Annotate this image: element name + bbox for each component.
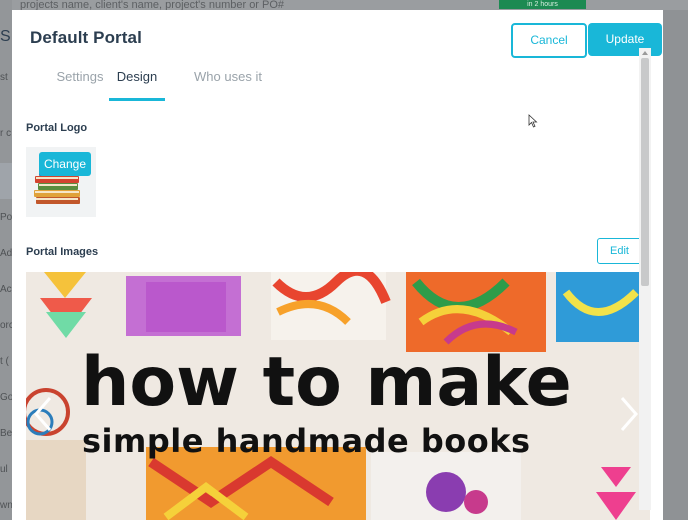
background-fragment: orc [0, 320, 12, 331]
mouse-pointer-icon [528, 114, 538, 128]
active-tab-indicator [109, 98, 165, 101]
background-fragment: Be [0, 428, 12, 439]
background-fragment: S [0, 28, 11, 45]
background-status-badge: in 2 hours [499, 0, 586, 9]
portal-modal: Default Portal Cancel Update Settings De… [12, 10, 663, 520]
background-fragment: wn [0, 500, 12, 511]
portal-logo-label: Portal Logo [26, 122, 88, 134]
portal-image-carousel: how to make simple handmade books [26, 272, 650, 520]
background-fragment: Ad [0, 248, 12, 259]
modal-title: Default Portal [30, 28, 142, 47]
background-fragment: st [0, 72, 8, 83]
background-fragment: t ( [0, 356, 9, 367]
background-fragment: Ac [0, 284, 12, 295]
carousel-headline: how to make [81, 343, 572, 422]
carousel-subheadline: simple handmade books [82, 422, 531, 460]
cancel-button[interactable]: Cancel [511, 23, 587, 58]
chevron-left-icon[interactable] [32, 394, 56, 434]
chevron-right-icon[interactable] [616, 394, 640, 434]
background-list-strip: S st r c Por Ad Ac orc t ( Go Be ul wn [0, 0, 12, 520]
background-fragment: Por [0, 212, 12, 223]
tab-who-uses-it[interactable]: Who uses it [178, 68, 278, 98]
change-logo-button[interactable]: Change [39, 152, 91, 176]
background-fragment: ul [0, 464, 8, 475]
edit-images-button[interactable]: Edit [597, 238, 642, 264]
background-fragment: r c [0, 128, 12, 139]
scroll-up-icon[interactable] [641, 49, 649, 57]
portal-images-label: Portal Images [26, 246, 99, 258]
tab-design[interactable]: Design [109, 68, 165, 98]
modal-scrollbar-thumb[interactable] [641, 58, 649, 286]
background-row-highlight [0, 163, 12, 199]
background-fragment: Go [0, 392, 12, 403]
tab-settings[interactable]: Settings [45, 68, 115, 98]
